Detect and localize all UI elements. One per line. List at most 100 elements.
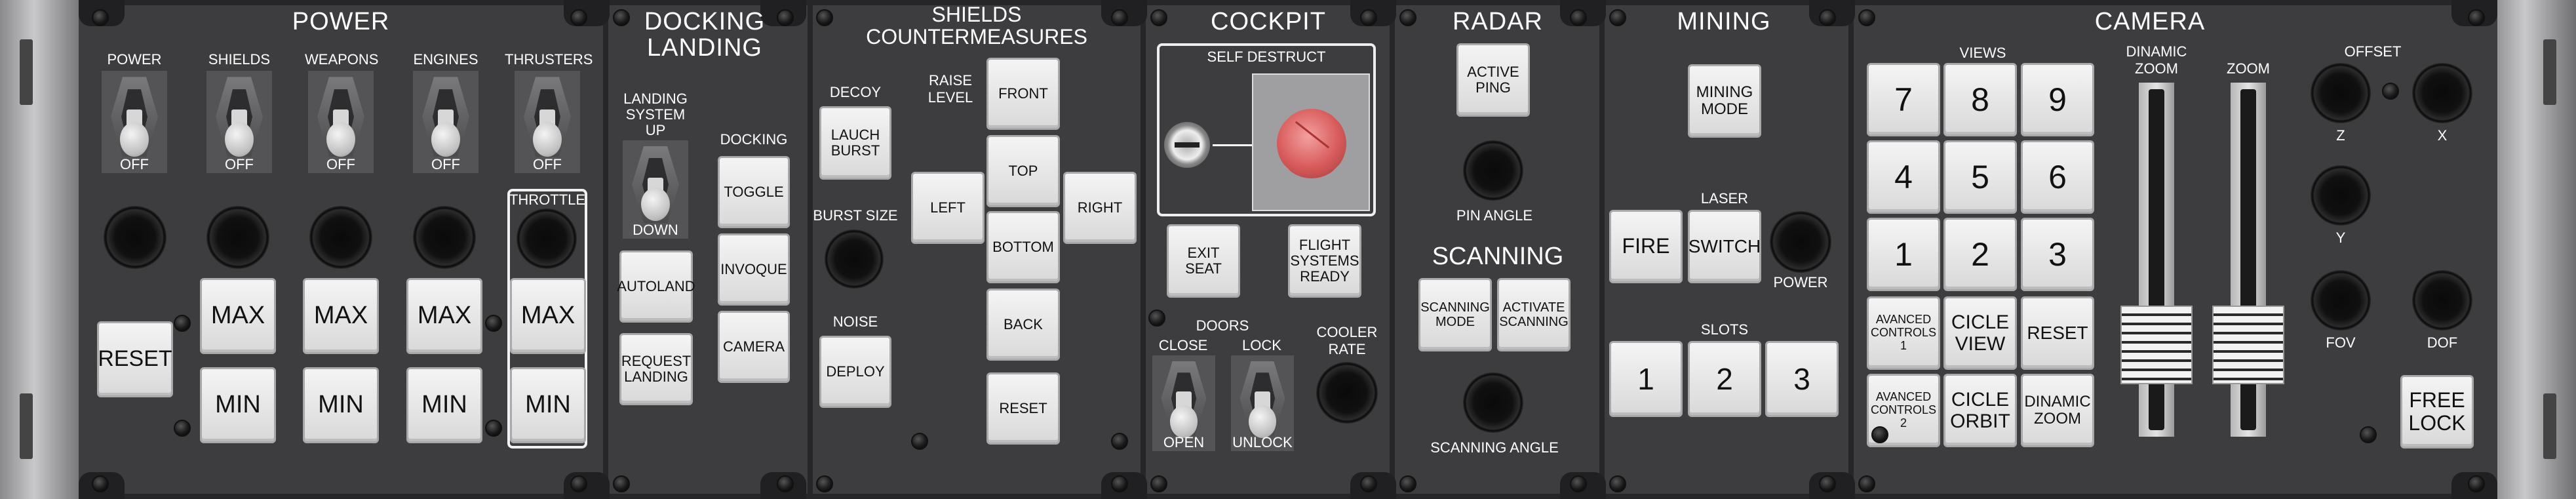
view-6-button[interactable]: 6: [2021, 140, 2094, 214]
cooler-rate-label-1: COOLER: [1316, 324, 1378, 340]
slot-2-button[interactable]: 2: [1688, 341, 1761, 417]
power-section-title: POWER: [292, 8, 390, 35]
cicle-view-button[interactable]: CICLE VIEW: [1943, 296, 2017, 370]
screw-icon: [1150, 475, 1167, 492]
cicle-orbit-button[interactable]: CICLE ORBIT: [1943, 374, 2017, 447]
weapons-knob[interactable]: [309, 206, 372, 269]
noise-deploy-button[interactable]: DEPLOY: [819, 336, 891, 408]
laser-power-knob[interactable]: [1770, 211, 1831, 273]
active-ping-button[interactable]: ACTIVE PING: [1456, 43, 1530, 117]
slot-1-button[interactable]: 1: [1609, 341, 1683, 417]
self-destruct-button[interactable]: [1277, 109, 1346, 178]
landing-section-title: LANDING: [647, 34, 762, 62]
slot-3-button[interactable]: 3: [1765, 341, 1839, 417]
shields-max-button[interactable]: MAX: [200, 278, 276, 354]
engines-max-button[interactable]: MAX: [406, 278, 482, 354]
view-2-button[interactable]: 2: [1943, 218, 2017, 291]
shields-knob[interactable]: [206, 206, 269, 269]
view-8-button[interactable]: 8: [1943, 63, 2017, 136]
view-3-button[interactable]: 3: [2021, 218, 2094, 291]
laser-switch-button[interactable]: SWITCH: [1688, 210, 1761, 283]
weapons-max-button[interactable]: MAX: [303, 278, 379, 354]
scanning-mode-button[interactable]: SCANNING MODE: [1418, 278, 1492, 351]
free-lock-button[interactable]: FREE LOCK: [2400, 375, 2474, 449]
burst-size-knob[interactable]: [825, 230, 884, 289]
dinamic-zoom-slider-handle[interactable]: [2120, 306, 2193, 384]
divider: [1141, 0, 1146, 499]
power-knob[interactable]: [104, 206, 166, 269]
screw-icon: [816, 475, 833, 492]
zoom-slider-handle[interactable]: [2212, 306, 2284, 384]
request-landing-button[interactable]: REQUEST LANDING: [619, 333, 693, 405]
screw-icon: [1111, 475, 1128, 492]
shields-min-button[interactable]: MIN: [200, 367, 276, 443]
shield-right-button[interactable]: RIGHT: [1063, 172, 1137, 244]
advanced-controls-1-button[interactable]: AVANCED CONTROLS 1: [1867, 296, 1940, 370]
exit-seat-button[interactable]: EXIT SEAT: [1167, 224, 1240, 298]
thrusters-max-button[interactable]: MAX: [510, 278, 586, 354]
offset-y-label: Y: [2335, 230, 2346, 246]
mining-mode-button[interactable]: MINING MODE: [1688, 64, 1761, 138]
dof-knob[interactable]: [2412, 270, 2472, 330]
shield-reset-button[interactable]: RESET: [986, 372, 1060, 445]
camera-section-title: CAMERA: [2094, 8, 2206, 35]
offset-z-label: Z: [2336, 127, 2345, 144]
zoom-slider[interactable]: [2212, 83, 2284, 437]
camera-reset-button[interactable]: RESET: [2021, 296, 2094, 370]
offset-label: OFFSET: [2344, 43, 2402, 60]
activate-scanning-button[interactable]: ACTIVATE SCANNING: [1497, 278, 1571, 351]
key-lock-icon[interactable]: [1164, 122, 1210, 168]
screw-icon: [911, 433, 928, 450]
offset-x-knob[interactable]: [2412, 63, 2472, 123]
engines-switch-label: ENGINES: [413, 51, 478, 68]
screw-icon: [1570, 475, 1587, 492]
dinamic-zoom-button[interactable]: DINAMIC ZOOM: [2021, 374, 2094, 447]
mining-section-title: MINING: [1677, 8, 1771, 35]
fov-knob[interactable]: [2311, 270, 2371, 330]
slots-label: SLOTS: [1700, 321, 1749, 338]
engines-min-button[interactable]: MIN: [406, 367, 482, 443]
invoque-button[interactable]: INVOQUE: [718, 233, 790, 306]
power-reset-button[interactable]: RESET: [97, 321, 173, 397]
laser-fire-button[interactable]: FIRE: [1609, 210, 1683, 283]
launch-burst-button[interactable]: LAUCH BURST: [819, 106, 891, 180]
weapons-min-button[interactable]: MIN: [303, 367, 379, 443]
shield-left-button[interactable]: LEFT: [911, 172, 985, 244]
screw-icon: [2382, 83, 2399, 100]
laser-label: LASER: [1700, 190, 1749, 207]
shield-bottom-button[interactable]: BOTTOM: [986, 211, 1060, 283]
view-4-button[interactable]: 4: [1867, 140, 1940, 214]
shield-top-button[interactable]: TOP: [986, 135, 1060, 207]
self-destruct-cover[interactable]: [1252, 73, 1370, 211]
scanning-angle-knob[interactable]: [1463, 372, 1523, 433]
view-1-button[interactable]: 1: [1867, 218, 1940, 291]
docking-section-title: DOCKING: [644, 8, 766, 35]
screw-icon: [1360, 475, 1377, 492]
screw-icon: [1399, 475, 1416, 492]
noise-label: NOISE: [832, 313, 878, 330]
dinamic-zoom-slider[interactable]: [2120, 83, 2193, 437]
landing-system-up-label: UP: [645, 122, 666, 138]
cooler-rate-label-2: RATE: [1328, 341, 1366, 357]
docking-camera-button[interactable]: CAMERA: [718, 311, 790, 383]
autoland-button[interactable]: AUTOLAND: [617, 250, 695, 323]
offset-z-knob[interactable]: [2311, 63, 2371, 123]
view-9-button[interactable]: 9: [2021, 63, 2094, 136]
engines-knob[interactable]: [413, 206, 476, 269]
throttle-knob[interactable]: [517, 209, 577, 269]
view-7-button[interactable]: 7: [1867, 63, 1940, 136]
flight-systems-ready-button[interactable]: FLIGHT SYSTEMS READY: [1288, 224, 1361, 298]
engines-switch-state: OFF: [431, 156, 460, 172]
docking-toggle-button[interactable]: TOGGLE: [718, 156, 790, 228]
divider: [603, 0, 608, 499]
shield-front-button[interactable]: FRONT: [986, 58, 1060, 130]
shield-back-button[interactable]: BACK: [986, 289, 1060, 361]
view-5-button[interactable]: 5: [1943, 140, 2017, 214]
offset-y-knob[interactable]: [2311, 165, 2371, 226]
pin-angle-knob[interactable]: [1463, 140, 1523, 201]
cooler-rate-knob[interactable]: [1316, 362, 1378, 424]
screw-icon: [2360, 426, 2377, 443]
screw-icon: [485, 315, 502, 332]
thrusters-min-button[interactable]: MIN: [510, 367, 586, 443]
power-switch-label: POWER: [107, 51, 162, 68]
